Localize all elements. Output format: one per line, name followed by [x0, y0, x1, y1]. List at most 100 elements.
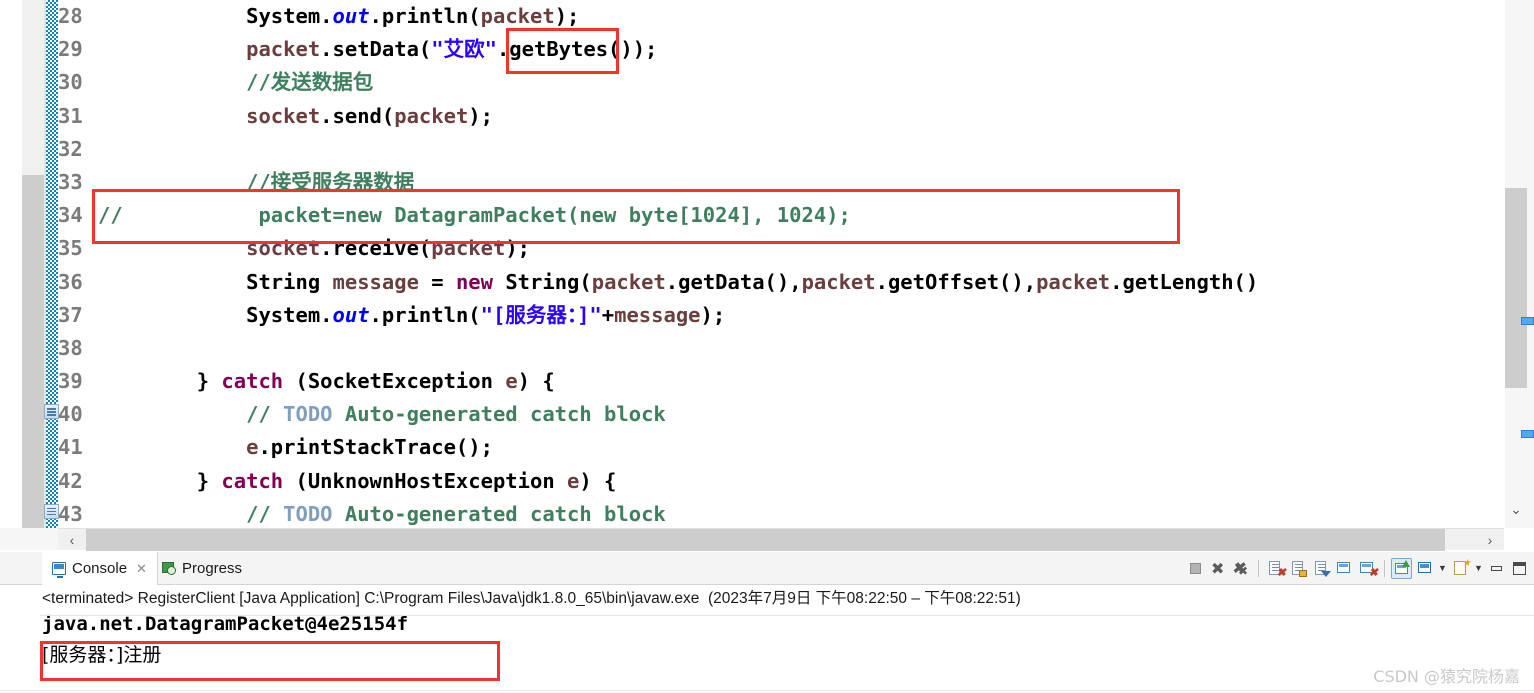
code-token: (UnknownHostException	[283, 468, 568, 493]
code-line-text: String message = new String(packet.getDa…	[98, 266, 1258, 299]
code-token: out	[332, 4, 370, 28]
code-line[interactable]: 38	[0, 332, 1500, 365]
chevron-down-icon-2[interactable]: ▼	[1473, 558, 1484, 579]
code-token: //	[246, 501, 284, 526]
scroll-left-icon[interactable]: ‹	[58, 529, 86, 551]
code-token: TODO	[283, 501, 333, 526]
code-token: }	[98, 468, 222, 493]
code-token: out	[332, 302, 370, 327]
code-token: //接受服务器数据	[246, 169, 415, 194]
clear-console-button[interactable]: ✖	[1265, 558, 1286, 579]
console-output-area[interactable]: <terminated> RegisterClient [Java Applic…	[0, 585, 1534, 693]
code-line-text: System.out.println("[服务器：]"+message);	[98, 299, 725, 332]
code-token: e	[246, 435, 259, 460]
editor-vertical-scrollbar-thumb[interactable]	[1505, 188, 1527, 388]
code-token: ) {	[517, 369, 555, 394]
code-line[interactable]: 30 //发送数据包	[0, 66, 1500, 99]
open-console-button[interactable]: ★	[1450, 558, 1471, 579]
code-token: packet	[246, 37, 321, 62]
scroll-lock-button[interactable]	[1288, 558, 1309, 579]
code-line[interactable]: 31 socket.send(packet);	[0, 100, 1500, 133]
code-token: String(	[492, 269, 592, 294]
code-line-text: socket.receive(packet);	[98, 232, 530, 265]
code-line[interactable]: 28 System.out.println(packet);	[0, 0, 1500, 33]
code-token: .	[320, 4, 333, 28]
csdn-watermark: CSDN @猿究院杨嘉	[1373, 667, 1520, 686]
code-line[interactable]: 43 // TODO Auto-generated catch block	[0, 498, 1500, 531]
console-view[interactable]: Console ✕ Progress ✖ ✖ ✖ ✖ ✖ ▼ ★ ▼ <term…	[0, 552, 1534, 693]
overview-ruler-mark-2[interactable]	[1521, 430, 1534, 438]
line-number: 34	[58, 203, 83, 228]
tab-console[interactable]: Console ✕	[42, 552, 158, 585]
code-token: .println(	[369, 302, 481, 327]
code-line[interactable]: 35 socket.receive(packet);	[0, 232, 1500, 265]
code-token: Auto-generated catch block	[332, 501, 666, 526]
code-token: Auto-generated catch block	[332, 402, 666, 427]
editor-horizontal-scrollbar-thumb[interactable]	[86, 529, 1445, 551]
todo-task-marker-icon[interactable]	[44, 404, 59, 420]
code-token: );	[554, 4, 580, 28]
line-number: 37	[58, 302, 83, 327]
code-line[interactable]: 42 } catch (UnknownHostException e) {	[0, 465, 1500, 498]
code-line[interactable]: 39 } catch (SocketException e) {	[0, 365, 1500, 398]
code-line-text: } catch (SocketException e) {	[98, 365, 555, 398]
remove-all-terminated-button[interactable]: ✖ ✖	[1231, 558, 1252, 579]
code-line-text: //发送数据包	[98, 66, 373, 99]
code-line[interactable]: 34 // packet=new DatagramPacket(new byte[…	[0, 199, 1500, 232]
overview-ruler-mark-1[interactable]	[1521, 317, 1534, 325]
code-token: .setData(	[320, 37, 432, 62]
code-line[interactable]: 36 String message = new String(packet.ge…	[0, 266, 1500, 299]
code-line[interactable]: 33 //接受服务器数据	[0, 166, 1500, 199]
code-line-text: // TODO Auto-generated catch block	[98, 398, 666, 431]
editor-horizontal-scrollbar[interactable]: ‹ ›	[58, 528, 1504, 551]
code-token: .getBytes());	[496, 37, 658, 62]
scroll-down-icon[interactable]: ⌄	[1505, 497, 1527, 521]
close-console-button[interactable]: ✖	[1357, 558, 1378, 579]
code-token: message	[614, 302, 701, 327]
remove-launch-button[interactable]: ✖	[1208, 558, 1229, 579]
code-token: .send(	[320, 103, 395, 128]
progress-icon	[162, 562, 176, 575]
code-token: packet	[1036, 269, 1111, 294]
code-token: packet	[431, 236, 506, 261]
pin-console-button[interactable]	[1391, 558, 1412, 579]
console-toolbar[interactable]: ✖ ✖ ✖ ✖ ✖ ▼ ★ ▼	[1185, 555, 1530, 582]
maximize-button[interactable]	[1509, 558, 1530, 579]
code-lines[interactable]: 28 System.out.println(packet); 29 packet.…	[0, 0, 1500, 528]
scroll-right-icon[interactable]: ›	[1476, 529, 1504, 551]
code-editor[interactable]: 28 System.out.println(packet); 29 packet.…	[0, 0, 1534, 551]
line-number: 39	[58, 369, 83, 394]
code-token: new	[455, 269, 493, 294]
code-line[interactable]: 40 // TODO Auto-generated catch block	[0, 398, 1500, 431]
line-number: 32	[58, 136, 83, 161]
console-tab-bar[interactable]: Console ✕ Progress ✖ ✖ ✖ ✖ ✖ ▼ ★ ▼	[0, 552, 1534, 585]
close-icon[interactable]: ✕	[136, 561, 147, 577]
chevron-down-icon-1[interactable]: ▼	[1437, 558, 1448, 579]
display-selected-console-button[interactable]	[1414, 558, 1435, 579]
console-divider	[40, 615, 1534, 616]
terminate-button[interactable]	[1185, 558, 1206, 579]
todo-task-marker-icon[interactable]	[44, 503, 59, 519]
code-line[interactable]: 41 e.printStackTrace();	[0, 431, 1500, 464]
code-line[interactable]: 29 packet.setData("艾欧".getBytes());	[0, 33, 1500, 66]
code-token: =	[418, 269, 456, 294]
code-line[interactable]: 32	[0, 133, 1500, 166]
tab-progress[interactable]: Progress	[152, 552, 252, 585]
code-line[interactable]: 37 System.out.println("[服务器：]"+message);	[0, 299, 1500, 332]
code-token: e	[505, 369, 518, 394]
word-wrap-button[interactable]	[1311, 558, 1332, 579]
tab-progress-label: Progress	[182, 560, 243, 577]
show-console-button[interactable]	[1334, 558, 1355, 579]
console-icon	[52, 562, 66, 578]
code-token: packet	[394, 103, 469, 128]
code-token: "[服务器：]"	[480, 302, 602, 327]
code-line-text: } catch (UnknownHostException e) {	[98, 465, 617, 498]
minimize-button[interactable]	[1486, 558, 1507, 579]
